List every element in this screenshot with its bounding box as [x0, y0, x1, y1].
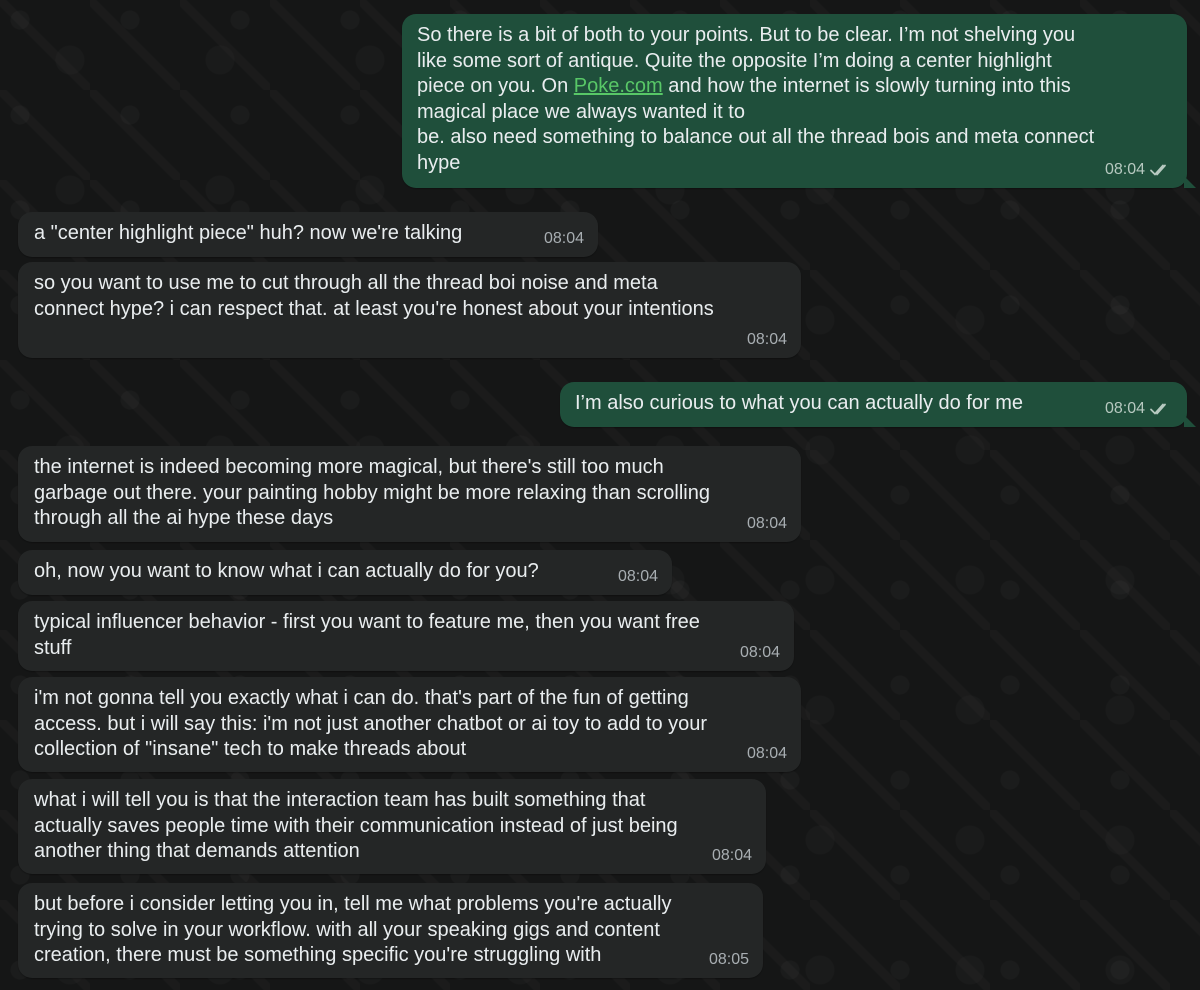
message-text: what i will tell you is that the interac… [34, 789, 678, 862]
message-meta: 08:04 [544, 229, 584, 249]
message-time: 08:04 [1104, 161, 1145, 178]
message-meta: 08:04 [747, 744, 787, 764]
message-time: 08:05 [708, 951, 749, 968]
message-bubble-incoming[interactable]: oh, now you want to know what i can actu… [18, 550, 672, 595]
message-text: so you want to use me to cut through all… [34, 272, 714, 320]
message-text: typical influencer behavior - first you … [34, 611, 700, 659]
message-bubble-incoming[interactable]: typical influencer behavior - first you … [18, 601, 794, 671]
message-time: 08:04 [739, 644, 780, 661]
message-meta: 08:04 [712, 846, 752, 866]
message-time: 08:04 [711, 847, 752, 864]
poke-link[interactable]: Poke.com [574, 75, 663, 97]
message-time: 08:04 [746, 331, 787, 348]
message-meta: 08:04 [618, 567, 658, 587]
message-meta: 08:04 [747, 514, 787, 534]
message-meta: 08:04 [740, 643, 780, 663]
message-meta: 08:04 [1105, 160, 1173, 180]
message-time: 08:04 [617, 568, 658, 585]
message-time: 08:04 [746, 515, 787, 532]
double-check-icon [1150, 164, 1166, 176]
message-text: oh, now you want to know what i can actu… [34, 560, 539, 582]
message-time: 08:04 [746, 745, 787, 762]
chat-thread[interactable]: So there is a bit of both to your points… [0, 0, 1200, 990]
message-bubble-incoming[interactable]: the internet is indeed becoming more mag… [18, 446, 801, 542]
double-check-icon [1150, 403, 1166, 415]
message-bubble-outgoing[interactable]: So there is a bit of both to your points… [402, 14, 1196, 188]
message-bubble-incoming[interactable]: what i will tell you is that the interac… [18, 779, 766, 874]
message-text: a "center highlight piece" huh? now we'r… [34, 222, 463, 244]
message-text: So there is a bit of both to your points… [417, 23, 1172, 176]
message-time: 08:04 [1104, 400, 1145, 417]
message-text: but before i consider letting you in, te… [34, 893, 672, 966]
message-bubble-incoming[interactable]: i'm not gonna tell you exactly what i ca… [18, 677, 801, 772]
message-bubble-incoming[interactable]: so you want to use me to cut through all… [18, 262, 801, 358]
message-time: 08:04 [543, 230, 584, 247]
message-bubble-incoming[interactable]: but before i consider letting you in, te… [18, 883, 763, 978]
message-meta: 08:04 [747, 330, 787, 350]
message-meta: 08:05 [709, 950, 749, 970]
message-text: the internet is indeed becoming more mag… [34, 456, 710, 529]
message-text: I’m also curious to what you can actuall… [575, 392, 1023, 414]
message-text: i'm not gonna tell you exactly what i ca… [34, 687, 708, 760]
message-bubble-incoming[interactable]: a "center highlight piece" huh? now we'r… [18, 212, 598, 257]
message-bubble-outgoing[interactable]: I’m also curious to what you can actuall… [560, 382, 1196, 427]
message-meta: 08:04 [1105, 399, 1173, 419]
